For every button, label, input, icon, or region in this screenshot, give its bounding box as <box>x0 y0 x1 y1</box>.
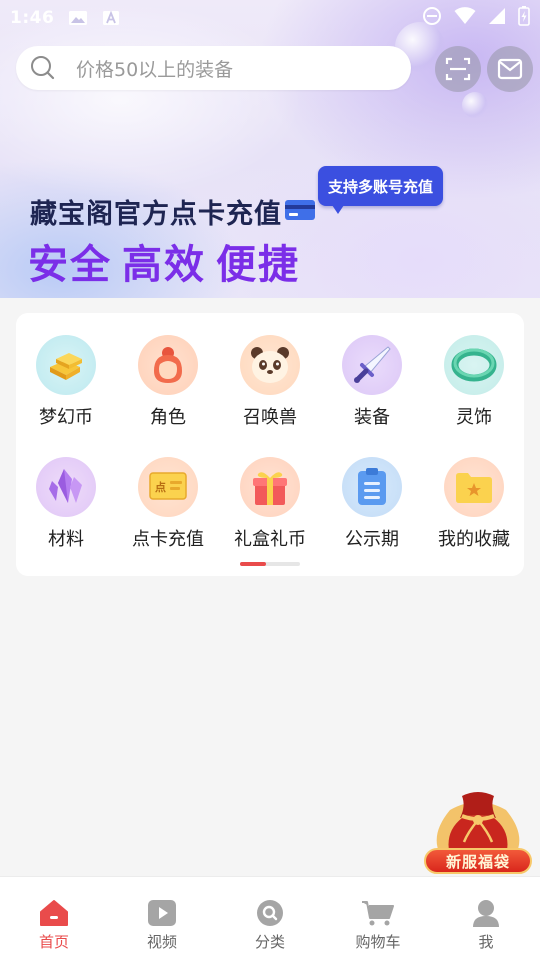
page-indicator-active <box>240 562 266 566</box>
nav-cart[interactable]: 购物车 <box>324 877 432 960</box>
category-label: 礼盒礼币 <box>234 529 306 550</box>
category-materials[interactable]: 材料 <box>16 457 116 551</box>
category-label: 点卡充值 <box>132 529 204 550</box>
scan-button[interactable] <box>435 46 481 92</box>
category-summon-beast[interactable]: 召唤兽 <box>220 335 320 429</box>
do-not-disturb-icon <box>422 6 442 31</box>
lucky-bag-label: 新服福袋 <box>424 848 532 874</box>
crystal-icon <box>36 457 96 517</box>
banner-slogan-word: 高效 <box>122 242 206 288</box>
category-label: 梦幻币 <box>39 407 93 428</box>
profile-icon <box>473 900 499 927</box>
nav-label: 首页 <box>38 933 69 951</box>
wifi-icon <box>454 6 476 30</box>
svg-text:点: 点 <box>155 480 166 494</box>
decorative-orb <box>462 92 488 118</box>
status-time: 1:46 <box>10 8 55 28</box>
category-search-icon <box>257 900 283 926</box>
gift-box-icon <box>240 457 300 517</box>
clipboard-icon <box>342 457 402 517</box>
search-placeholder: 价格50以上的装备 <box>76 58 234 81</box>
panda-icon <box>240 335 300 395</box>
point-card-icon: 点 <box>138 457 198 517</box>
category-label: 材料 <box>48 529 84 550</box>
category-public-period[interactable]: 公示期 <box>322 457 422 551</box>
category-equipment[interactable]: 装备 <box>322 335 422 429</box>
category-label: 灵饰 <box>456 407 492 428</box>
category-accessory[interactable]: 灵饰 <box>424 335 524 429</box>
credit-card-icon <box>285 200 315 220</box>
cart-icon <box>362 901 394 926</box>
signal-icon <box>488 7 506 30</box>
banner-slogan: 安全 高效 便捷 <box>28 232 310 290</box>
lucky-bag-promo[interactable]: 新服福袋 <box>420 784 536 876</box>
gold-bars-icon <box>36 335 96 395</box>
banner-badge: 支持多账号充值 <box>318 166 444 214</box>
category-currency[interactable]: 梦幻币 <box>16 335 116 429</box>
sword-icon <box>342 335 402 395</box>
video-icon <box>148 900 176 926</box>
hero-banner[interactable]: 藏宝阁官方点卡充值 支持多账号充值 安全 高效 便捷 <box>0 0 540 298</box>
nav-video[interactable]: 视频 <box>108 877 216 960</box>
status-bar: 1:46 <box>0 0 540 36</box>
category-favorites[interactable]: 我的收藏 <box>424 457 524 551</box>
nav-label: 我 <box>478 933 494 951</box>
nav-category[interactable]: 分类 <box>216 877 324 960</box>
nav-profile[interactable]: 我 <box>432 877 540 960</box>
page-indicator <box>240 562 300 566</box>
nav-home[interactable]: 首页 <box>0 877 108 960</box>
category-label: 我的收藏 <box>438 529 510 550</box>
character-icon <box>138 335 198 395</box>
search-icon <box>31 56 55 80</box>
jade-bracelet-icon <box>444 335 504 395</box>
category-label: 角色 <box>150 407 186 428</box>
search-input[interactable]: 价格50以上的装备 <box>16 46 411 90</box>
category-grid: 梦幻币 角色 召唤兽 装备 灵饰 材料 点 点卡充值 礼盒礼币 公示期 我的收藏 <box>16 313 524 576</box>
mail-icon <box>497 58 523 80</box>
category-point-card[interactable]: 点 点卡充值 <box>118 457 218 551</box>
scan-icon <box>445 57 471 81</box>
image-icon <box>68 10 88 26</box>
banner-title: 藏宝阁官方点卡充值 <box>30 199 282 230</box>
banner-slogan-word: 安全 <box>28 242 112 288</box>
nav-label: 视频 <box>146 933 177 951</box>
nav-label: 购物车 <box>355 933 401 951</box>
text-a-icon <box>102 10 120 26</box>
mail-button[interactable] <box>487 46 533 92</box>
category-character[interactable]: 角色 <box>118 335 218 429</box>
home-icon <box>40 900 68 926</box>
nav-label: 分类 <box>254 933 285 951</box>
banner-slogan-word: 便捷 <box>216 242 300 288</box>
category-label: 公示期 <box>345 529 399 550</box>
battery-icon <box>518 5 530 31</box>
star-folder-icon <box>444 457 504 517</box>
category-gift-box[interactable]: 礼盒礼币 <box>220 457 320 551</box>
category-label: 装备 <box>354 407 390 428</box>
category-label: 召唤兽 <box>243 407 297 428</box>
bottom-nav: 首页 视频 分类 购物车 我 <box>0 876 540 960</box>
